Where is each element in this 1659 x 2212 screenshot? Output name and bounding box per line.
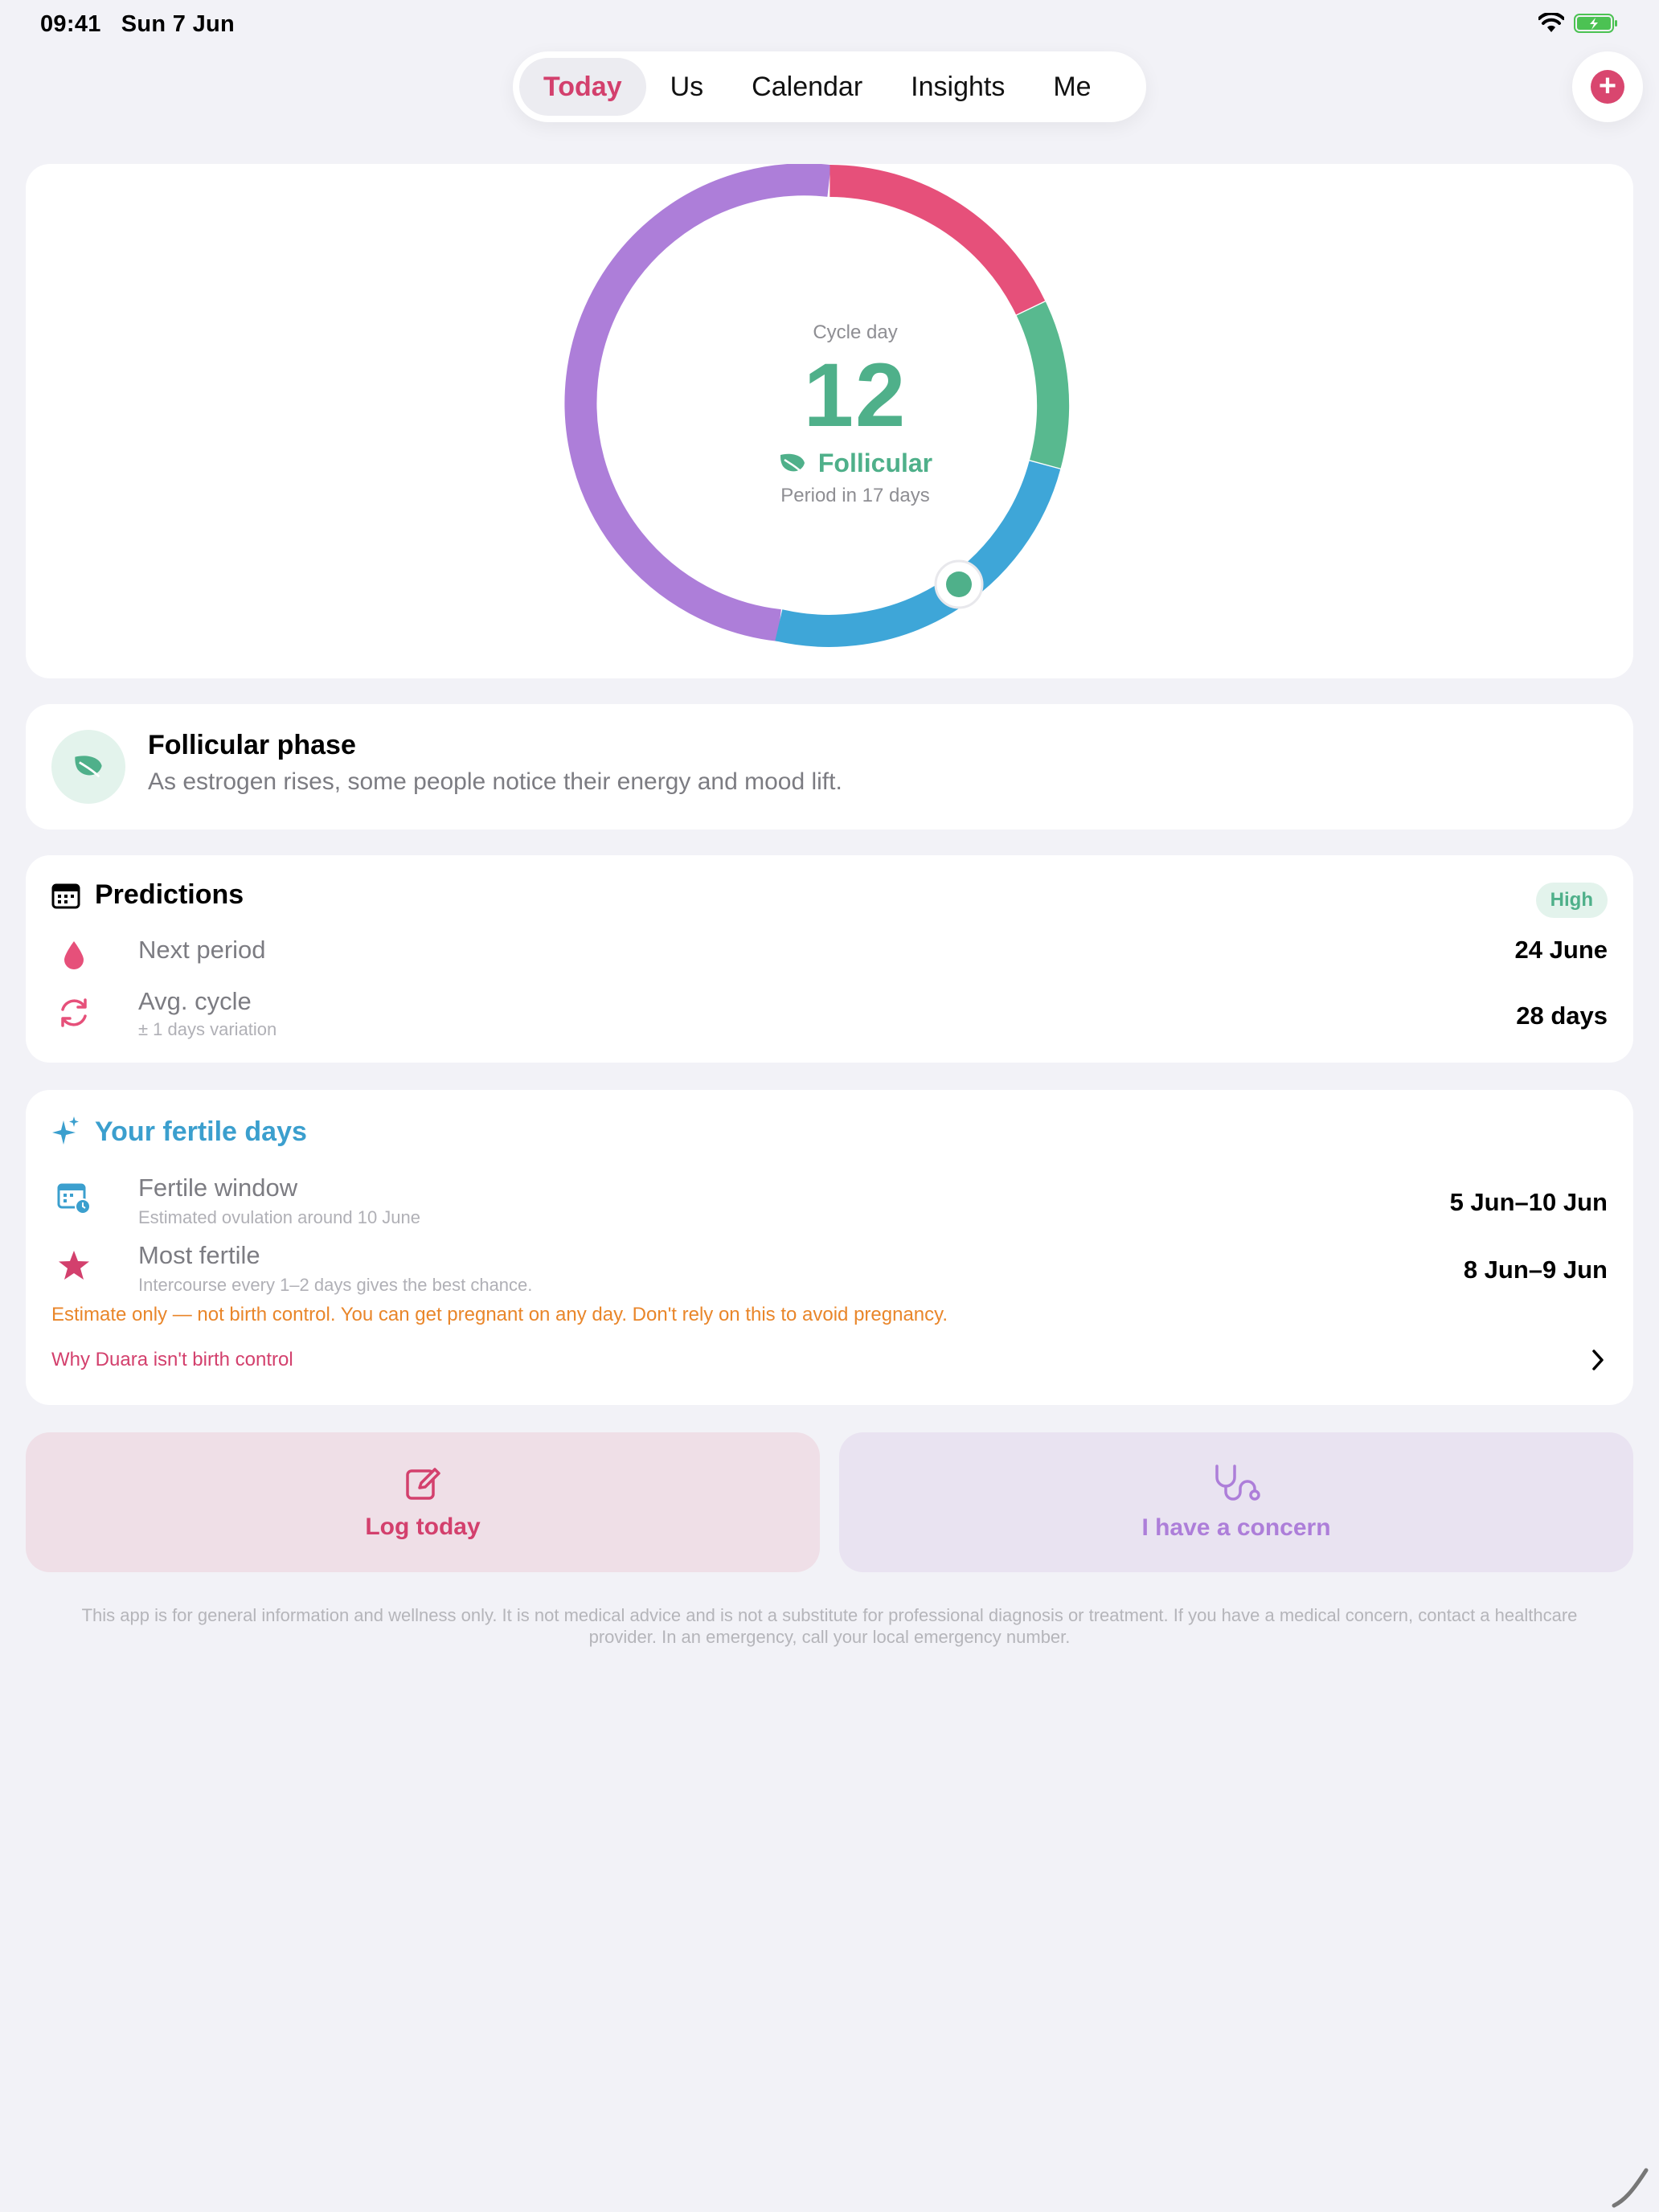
concern-label: I have a concern: [1141, 1514, 1331, 1541]
fertile-window-label: Fertile window: [138, 1174, 298, 1202]
star-icon: [51, 1243, 96, 1288]
fertile-row-window: Fertile window Estimated ovulation aroun…: [51, 1170, 1608, 1227]
plus-icon: +: [1591, 70, 1624, 104]
fertile-window-value: 5 Jun–10 Jun: [1449, 1188, 1608, 1216]
prediction-row-next-period: Next period 24 June: [51, 932, 1608, 977]
birth-control-warning: Estimate only — not birth control. You c…: [51, 1304, 948, 1325]
period-countdown: Period in 17 days: [780, 485, 930, 506]
why-not-birth-control-link[interactable]: Why Duara isn't birth control: [51, 1349, 293, 1371]
fertile-header: Your fertile days: [51, 1116, 307, 1148]
cycle-ring-card: Cycle day 12 Follicular Period in 17 day…: [26, 164, 1633, 678]
chevron-right-icon[interactable]: [1588, 1347, 1608, 1373]
calendar-clock-icon: [51, 1175, 96, 1220]
leaf-icon: [780, 453, 805, 473]
next-period-value: 24 June: [1514, 936, 1608, 964]
fertile-row-most-fertile: Most fertile Intercourse every 1–2 days …: [51, 1238, 1608, 1295]
concern-button[interactable]: I have a concern: [839, 1432, 1633, 1572]
status-bar: 09:41 Sun 7 Jun: [0, 0, 1659, 51]
phase-title: Follicular phase: [148, 730, 356, 760]
cycle-center: Cycle day 12 Follicular Period in 17 day…: [694, 322, 1016, 507]
phase-icon-circle: [51, 730, 125, 804]
tab-today[interactable]: Today: [519, 58, 646, 116]
predictions-card: Predictions High Next period 24 June Avg…: [26, 855, 1633, 1063]
prediction-row-avg-cycle: Avg. cycle ± 1 days variation 28 days: [51, 984, 1608, 1048]
fertile-days-card: Your fertile days Fertile window Estimat…: [26, 1090, 1633, 1405]
add-button[interactable]: +: [1572, 51, 1643, 122]
fertile-title: Your fertile days: [95, 1116, 307, 1147]
predictions-header: Predictions: [51, 879, 244, 911]
most-fertile-value: 8 Jun–9 Jun: [1463, 1256, 1608, 1284]
calendar-icon: [51, 883, 80, 908]
pencil-indicator-icon: [1612, 2168, 1649, 2208]
edit-icon: [406, 1468, 440, 1500]
tab-bar: Today Us Calendar Insights Me: [513, 51, 1146, 122]
stethoscope-icon: [1215, 1464, 1260, 1501]
phase-description: As estrogen rises, some people notice th…: [148, 768, 842, 795]
medical-disclaimer: This app is for general information and …: [81, 1605, 1578, 1647]
cycle-day-label: Cycle day: [813, 322, 898, 343]
log-today-label: Log today: [365, 1514, 481, 1540]
tab-me[interactable]: Me: [1029, 58, 1115, 116]
cycle-arrows-icon: [51, 990, 96, 1035]
avg-cycle-label: Avg. cycle: [138, 987, 252, 1015]
next-period-label: Next period: [138, 936, 266, 964]
avg-cycle-value: 28 days: [1516, 1002, 1608, 1030]
tab-insights[interactable]: Insights: [887, 58, 1029, 116]
fertile-window-sub: Estimated ovulation around 10 June: [138, 1207, 421, 1227]
sparkles-icon: [52, 1116, 79, 1145]
status-time: 09:41 Sun 7 Jun: [40, 11, 236, 37]
ring-segment-menstrual: [830, 165, 1046, 315]
cycle-day-number: 12: [803, 345, 907, 445]
drop-icon: [51, 932, 96, 977]
most-fertile-label: Most fertile: [138, 1241, 260, 1269]
leaf-icon: [75, 756, 102, 778]
avg-cycle-variation: ± 1 days variation: [138, 1019, 277, 1039]
ring-segment-fertile: [1016, 301, 1070, 469]
confidence-badge: High: [1535, 883, 1608, 918]
log-today-button[interactable]: Log today: [26, 1432, 820, 1572]
phase-card[interactable]: Follicular phase As estrogen rises, some…: [26, 704, 1633, 830]
cycle-progress-marker: [934, 559, 984, 609]
status-indicators: [1538, 13, 1619, 34]
tab-calendar[interactable]: Calendar: [727, 58, 887, 116]
phase-name: Follicular: [817, 449, 933, 477]
tab-us[interactable]: Us: [646, 58, 728, 116]
most-fertile-sub: Intercourse every 1–2 days gives the bes…: [138, 1275, 533, 1295]
battery-icon: [1574, 14, 1617, 33]
phase-row: Follicular: [694, 449, 1016, 478]
predictions-title: Predictions: [95, 879, 244, 910]
wifi-icon: [1538, 13, 1564, 32]
